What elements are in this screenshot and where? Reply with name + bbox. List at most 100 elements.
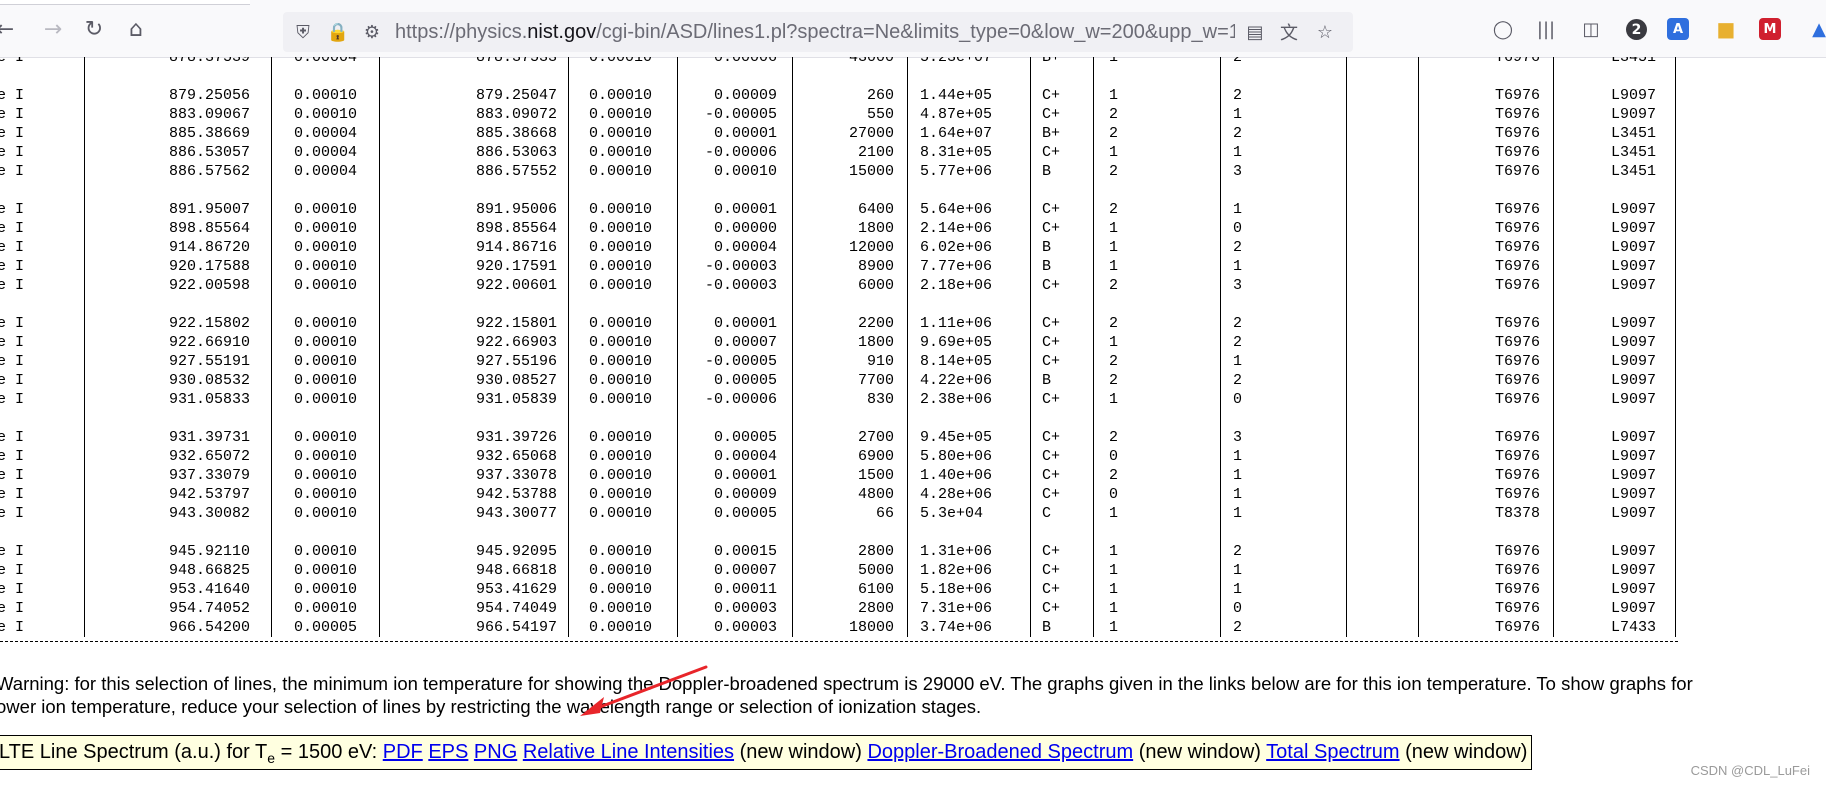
cell-ion: e I <box>0 486 25 503</box>
column-separator <box>271 428 272 447</box>
table-row: e I 930.08532 0.00010 930.08527 0.00010 0.000… <box>0 371 1680 390</box>
cell-diff: 0.00001 <box>713 315 777 332</box>
table-spacer-row <box>0 409 1680 428</box>
column-separator <box>379 561 380 580</box>
cell-unc: 0.00004 <box>294 125 358 142</box>
sidebar-icon[interactable]: ◫ <box>1578 16 1604 42</box>
column-separator <box>907 295 908 314</box>
pocket-icon[interactable]: ◯ <box>1490 16 1516 42</box>
column-separator <box>677 504 678 523</box>
cell-aki: 7.77e+06 <box>920 258 993 275</box>
png-link[interactable]: PNG <box>474 741 517 763</box>
column-separator <box>1220 200 1221 219</box>
table-row: e I 937.33079 0.00010 937.33078 0.00010 0.000… <box>0 466 1680 485</box>
reader-view-icon[interactable]: ▤ <box>1243 20 1267 44</box>
home-icon[interactable]: ⌂ <box>121 14 151 44</box>
column-separator <box>677 238 678 257</box>
column-separator <box>1346 333 1347 352</box>
cell-diff: -0.00003 <box>704 277 777 294</box>
column-separator <box>1220 542 1221 561</box>
column-separator <box>792 599 793 618</box>
cell-intensity: 66 <box>875 505 894 522</box>
column-separator <box>379 86 380 105</box>
table-row: e I 922.66910 0.00010 922.66903 0.00010 0.000… <box>0 333 1680 352</box>
cell-obs: 878.37539 <box>168 57 250 66</box>
shield-icon[interactable]: ⛨ <box>291 20 315 44</box>
cell-tp: T6976 <box>1494 619 1540 636</box>
cell-ritz-unc: 0.00010 <box>589 125 653 142</box>
doppler-broadened-spectrum-link[interactable]: Doppler-Broadened Spectrum <box>867 741 1133 763</box>
column-separator <box>1346 466 1347 485</box>
cell-c1: 1 <box>1109 543 1119 560</box>
column-separator <box>1675 181 1676 200</box>
cell-intensity: 1800 <box>857 334 894 351</box>
notifications-icon[interactable]: 2 <box>1626 19 1647 40</box>
column-separator <box>1346 485 1347 504</box>
cell-ion: e I <box>0 334 25 351</box>
column-separator <box>1346 295 1347 314</box>
cell-diff: 0.00001 <box>713 201 777 218</box>
cell-ritz-unc: 0.00010 <box>589 467 653 484</box>
cell-line: L3451 <box>1610 144 1656 161</box>
folder-icon[interactable]: ■ <box>1713 16 1739 42</box>
column-separator <box>1675 276 1676 295</box>
column-separator <box>379 219 380 238</box>
column-separator <box>1093 390 1094 409</box>
cell-c1: 2 <box>1109 315 1119 332</box>
cell-intensity: 27000 <box>848 125 894 142</box>
extension-icon[interactable]: M <box>1759 18 1781 40</box>
profile-icon[interactable]: ▲ <box>1806 16 1826 42</box>
permissions-icon[interactable]: ⚙ <box>360 20 384 44</box>
cell-line: L3451 <box>1610 163 1656 180</box>
column-separator <box>271 105 272 124</box>
translate-extension-icon[interactable]: A <box>1667 18 1689 40</box>
column-separator <box>907 257 908 276</box>
cell-ritz-unc: 0.00010 <box>589 220 653 237</box>
url-path: /cgi-bin/ASD/lines1.pl?spectra=Ne&limits… <box>596 21 1235 43</box>
cell-ritz-unc: 0.00010 <box>589 581 653 598</box>
eps-link[interactable]: EPS <box>428 741 468 763</box>
column-separator <box>1675 352 1676 371</box>
column-separator <box>1675 504 1676 523</box>
column-separator <box>1030 200 1031 219</box>
cell-ritz: 945.92095 <box>475 543 557 560</box>
translate-icon[interactable]: 文 <box>1277 20 1301 44</box>
cell-tp: T6976 <box>1494 372 1540 389</box>
column-separator <box>1418 57 1419 67</box>
column-separator <box>1346 238 1347 257</box>
column-separator <box>379 390 380 409</box>
back-icon[interactable]: ← <box>0 14 20 44</box>
cell-acc: C+ <box>1042 201 1061 218</box>
column-separator <box>1346 67 1347 86</box>
cell-ritz: 898.85564 <box>475 220 557 237</box>
reload-icon[interactable]: ↻ <box>79 14 109 44</box>
column-separator <box>1675 105 1676 124</box>
column-separator <box>271 447 272 466</box>
lock-icon[interactable]: 🔒 <box>326 20 350 44</box>
column-separator <box>271 542 272 561</box>
column-separator <box>1093 276 1094 295</box>
cell-aki: 8.31e+05 <box>920 144 993 161</box>
cell-c1: 2 <box>1109 277 1119 294</box>
url-text[interactable]: https://physics.nist.gov/cgi-bin/ASD/lin… <box>395 21 1235 45</box>
column-separator <box>907 200 908 219</box>
cell-c2: 1 <box>1233 144 1243 161</box>
url-prefix: https://physics. <box>395 21 528 43</box>
cell-aki: 5.23e+07 <box>920 57 993 66</box>
cell-diff: 0.00004 <box>713 239 777 256</box>
relative-line-intensities-link[interactable]: Relative Line Intensities <box>523 741 734 763</box>
library-icon[interactable]: ||| <box>1533 16 1559 42</box>
column-separator <box>1030 447 1031 466</box>
pdf-link[interactable]: PDF <box>383 741 423 763</box>
address-bar[interactable]: ⛨ 🔒 ⚙ https://physics.nist.gov/cgi-bin/A… <box>283 12 1353 52</box>
column-separator <box>792 276 793 295</box>
bookmark-star-icon[interactable]: ☆ <box>1313 20 1337 44</box>
column-separator <box>84 257 85 276</box>
column-separator <box>271 143 272 162</box>
column-separator <box>271 238 272 257</box>
new-window-label-3: (new window) <box>1399 741 1528 763</box>
total-spectrum-link[interactable]: Total Spectrum <box>1266 741 1399 763</box>
column-separator <box>271 200 272 219</box>
forward-icon[interactable]: → <box>38 14 68 44</box>
column-separator <box>1346 162 1347 181</box>
